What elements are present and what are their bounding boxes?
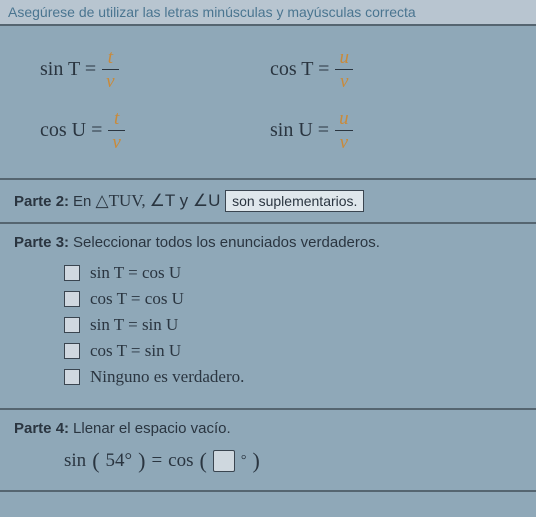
option-row: sin T = sin U xyxy=(64,312,472,338)
eq-sinU-lhs: sin U = xyxy=(270,119,329,142)
part3-instruction: Seleccionar todos los enunciados verdade… xyxy=(73,234,380,251)
option-4-text: cos T = sin U xyxy=(90,341,181,361)
fraction-t-over-v: t v xyxy=(102,46,118,93)
eq-cosT-lhs: cos T = xyxy=(270,58,329,81)
options-list: sin T = cos U cos T = cos U sin T = sin … xyxy=(14,252,522,398)
lparen-icon: ( xyxy=(200,448,207,474)
part3-label: Parte 3: xyxy=(14,234,69,251)
checkbox-option-1[interactable] xyxy=(64,265,80,281)
eq-sinT: sin T = t v xyxy=(40,46,220,93)
checkbox-option-5[interactable] xyxy=(64,369,80,385)
relationship-dropdown[interactable]: son suplementarios. xyxy=(225,190,364,212)
denominator: v xyxy=(336,70,352,93)
eq-cosT: cos T = u v xyxy=(270,46,450,93)
option-2-text: cos T = cos U xyxy=(90,289,184,309)
degree-symbol: ° xyxy=(241,453,247,469)
fraction-t-over-v-2: t v xyxy=(108,107,124,154)
numerator: t xyxy=(104,46,117,69)
angles-T-U: ∠T y ∠U xyxy=(150,191,226,210)
denominator: v xyxy=(108,131,124,154)
denominator: v xyxy=(102,70,118,93)
checkbox-option-2[interactable] xyxy=(64,291,80,307)
lparen-icon: ( xyxy=(92,448,99,474)
equals-sign: = xyxy=(151,450,162,472)
option-row: cos T = sin U xyxy=(64,338,472,364)
option-row: cos T = cos U xyxy=(64,286,472,312)
eq-cosU: cos U = t v xyxy=(40,107,220,154)
numerator: u xyxy=(335,46,353,69)
option-3-text: sin T = sin U xyxy=(90,315,178,335)
part4-section: Parte 4: Llenar el espacio vacío. sin (5… xyxy=(0,410,536,492)
lhs-arg: 54° xyxy=(106,450,133,472)
option-row: Ninguno es verdadero. xyxy=(64,364,472,390)
part2-prefix: En xyxy=(73,193,96,210)
fraction-u-over-v-2: u v xyxy=(335,107,353,154)
eq-sinT-lhs: sin T = xyxy=(40,58,96,81)
checkbox-option-4[interactable] xyxy=(64,343,80,359)
numerator: t xyxy=(110,107,123,130)
eq-cosU-lhs: cos U = xyxy=(40,119,102,142)
part2-row: Parte 2: En △TUV, ∠T y ∠U son suplementa… xyxy=(0,180,536,224)
part4-label: Parte 4: xyxy=(14,420,69,437)
numerator: u xyxy=(335,107,353,130)
triangle-TUV: △TUV, xyxy=(96,191,146,210)
part2-label: Parte 2: xyxy=(14,193,69,210)
denominator: v xyxy=(336,131,352,154)
case-warning: Asegúrese de utilizar las letras minúscu… xyxy=(0,0,536,26)
part3-section: Parte 3: Seleccionar todos los enunciado… xyxy=(0,224,536,410)
option-1-text: sin T = cos U xyxy=(90,263,181,283)
option-row: sin T = cos U xyxy=(64,260,472,286)
angle-input-box[interactable] xyxy=(213,450,235,472)
eq-sinU: sin U = u v xyxy=(270,107,450,154)
checkbox-option-3[interactable] xyxy=(64,317,80,333)
option-5-text: Ninguno es verdadero. xyxy=(90,367,244,387)
fraction-u-over-v: u v xyxy=(335,46,353,93)
rhs-func: cos xyxy=(168,450,193,472)
lhs-func: sin xyxy=(64,450,86,472)
rparen-icon: ) xyxy=(138,448,145,474)
part4-instruction: Llenar el espacio vacío. xyxy=(73,420,231,437)
rparen-icon: ) xyxy=(252,448,259,474)
part1-equations: sin T = t v cos T = u v cos U = t v sin … xyxy=(0,26,536,180)
part4-equation: sin (54°) = cos ( °) xyxy=(14,438,522,480)
